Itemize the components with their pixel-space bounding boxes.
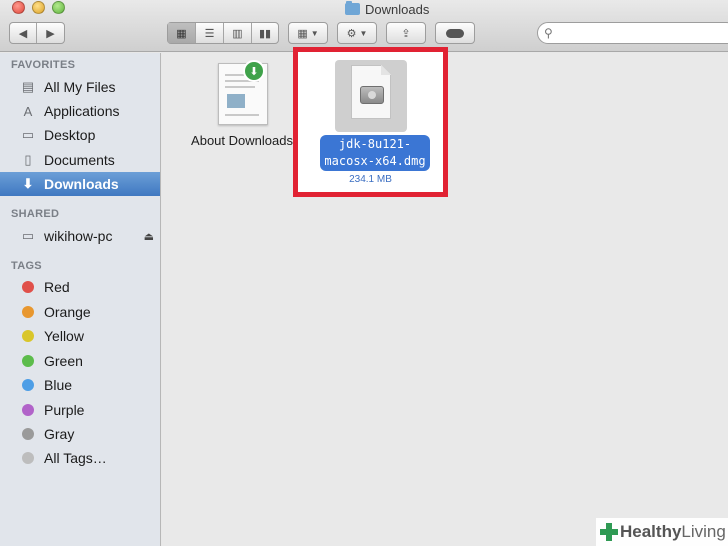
sidebar-tag-all-tags[interactable]: All Tags… [0, 446, 160, 470]
forward-button[interactable]: ▶ [37, 23, 64, 43]
document-icon: ⬇ [218, 60, 268, 125]
view-mode-control: ▦ ☰ ▥ ▮▮ [167, 22, 279, 44]
minimize-window-button[interactable] [32, 1, 45, 14]
sidebar-tag-purple[interactable]: Purple [0, 398, 160, 422]
chevron-left-icon: ◀ [18, 27, 28, 40]
disk-image-icon [351, 65, 391, 119]
sidebar-item-label: Green [44, 353, 83, 369]
healthy-living-watermark: HealthyLiving [596, 518, 728, 546]
sidebar-tag-red[interactable]: Red [0, 275, 160, 299]
sidebar-tag-blue[interactable]: Blue [0, 373, 160, 397]
tag-color-dot-icon [22, 452, 34, 464]
tag-color-dot-icon [22, 330, 34, 342]
tag-color-dot-icon [22, 306, 34, 318]
finder-window: Downloads ◀ ▶ ▦ ☰ ▥ ▮▮ ▦ ▼ ⚙ ▼ ⇪ ⚲ FAVOR… [0, 0, 728, 546]
sidebar-tag-yellow[interactable]: Yellow [0, 324, 160, 348]
sidebar-item-applications[interactable]: A Applications [0, 99, 160, 123]
chevron-right-icon: ▶ [46, 27, 55, 40]
sidebar-item-label: Purple [44, 402, 85, 418]
files-icon: ▤ [21, 79, 35, 94]
file-about-downloads[interactable]: ⬇ About Downloads [172, 53, 312, 163]
tag-color-dot-icon [22, 404, 34, 416]
sidebar-item-label: Blue [44, 377, 73, 393]
action-button[interactable]: ⚙ ▼ [337, 22, 377, 44]
sidebar-item-all-my-files[interactable]: ▤ All My Files [0, 75, 160, 99]
file-name: About Downloads [191, 133, 293, 148]
shared-section-title: SHARED [11, 208, 60, 220]
arrange-button[interactable]: ▦ ▼ [288, 22, 328, 44]
file-name-selected: jdk-8u121- macosx-x64.dmg [320, 135, 430, 171]
desktop-icon: ▭ [21, 127, 35, 142]
selected-file-highlight: jdk-8u121- macosx-x64.dmg 234.1 MB [293, 47, 448, 197]
downloads-icon: ⬇ [22, 176, 34, 191]
chevron-down-icon: ▼ [310, 28, 319, 38]
sidebar-item-label: Downloads [44, 176, 119, 192]
download-badge-icon: ⬇ [243, 60, 265, 82]
documents-icon: ▯ [24, 152, 32, 167]
tags-button[interactable] [435, 22, 475, 44]
list-view-icon: ☰ [204, 27, 215, 40]
sidebar-item-label: All My Files [44, 79, 116, 95]
share-button[interactable]: ⇪ [386, 22, 426, 44]
icon-view-button[interactable]: ▦ [168, 23, 196, 43]
icon-view-icon: ▦ [176, 27, 187, 40]
hard-drive-icon [360, 86, 384, 104]
sidebar-item-label: Orange [44, 304, 91, 320]
applications-icon: A [23, 103, 33, 119]
column-view-button[interactable]: ▥ [224, 23, 252, 43]
sidebar-tag-green[interactable]: Green [0, 349, 160, 373]
coverflow-view-icon: ▮▮ [258, 27, 272, 40]
file-selection-tile [335, 60, 407, 132]
window-title-text: Downloads [365, 1, 430, 17]
folder-icon [345, 1, 360, 15]
window-title: Downloads [345, 1, 429, 17]
list-view-button[interactable]: ☰ [196, 23, 224, 43]
sidebar-item-label: Desktop [44, 127, 96, 143]
tag-color-dot-icon [22, 355, 34, 367]
close-window-button[interactable] [12, 1, 25, 14]
search-input[interactable] [558, 26, 709, 40]
back-forward-buttons: ◀ ▶ [9, 22, 65, 44]
sidebar-item-label: Yellow [44, 328, 84, 344]
sidebar-item-label: Applications [44, 103, 120, 119]
grid-icon: ▦ [297, 27, 308, 40]
eject-icon[interactable]: ⏏ [144, 230, 154, 243]
plus-logo-icon [600, 523, 618, 541]
title-bar: Downloads ◀ ▶ ▦ ☰ ▥ ▮▮ ▦ ▼ ⚙ ▼ ⇪ ⚲ [0, 0, 728, 52]
share-icon: ⇪ [401, 27, 411, 40]
tag-color-dot-icon [22, 428, 34, 440]
sidebar-item-label: Documents [44, 152, 115, 168]
sidebar-item-downloads[interactable]: ⬇ Downloads [0, 172, 160, 196]
file-jdk-dmg[interactable]: jdk-8u121- macosx-x64.dmg 234.1 MB [298, 52, 443, 192]
sidebar-item-desktop[interactable]: ▭ Desktop [0, 123, 160, 147]
sidebar-item-label: Red [44, 279, 70, 295]
computer-icon: ▭ [21, 228, 35, 243]
zoom-window-button[interactable] [52, 1, 65, 14]
column-view-icon: ▥ [232, 27, 243, 40]
file-size: 234.1 MB [349, 174, 392, 185]
sidebar-tag-orange[interactable]: Orange [0, 300, 160, 324]
sidebar-item-label: Gray [44, 426, 75, 442]
sidebar-item-documents[interactable]: ▯ Documents [0, 148, 160, 172]
sidebar-tag-gray[interactable]: Gray [0, 422, 160, 446]
tag-color-dot-icon [22, 281, 34, 293]
tags-section-title: TAGS [11, 260, 42, 272]
sidebar: FAVORITES ▤ All My Files A Applications … [0, 53, 161, 546]
tag-icon [446, 28, 464, 38]
search-field[interactable]: ⚲ [537, 22, 728, 44]
file-browser-area: ⬇ About Downloads jdk-8u121- macosx-x64.… [162, 47, 728, 546]
tag-color-dot-icon [22, 379, 34, 391]
gear-icon: ⚙ [346, 27, 357, 40]
search-icon: ⚲ [544, 26, 553, 40]
sidebar-item-label: All Tags… [44, 450, 107, 466]
coverflow-view-button[interactable]: ▮▮ [252, 23, 278, 43]
back-button[interactable]: ◀ [10, 23, 37, 43]
favorites-section-title: FAVORITES [11, 59, 76, 71]
sidebar-item-label: wikihow-pc [44, 228, 113, 244]
sidebar-item-wikihow-pc[interactable]: ▭ wikihow-pc ⏏ [0, 224, 160, 248]
chevron-down-icon: ▼ [359, 28, 368, 38]
